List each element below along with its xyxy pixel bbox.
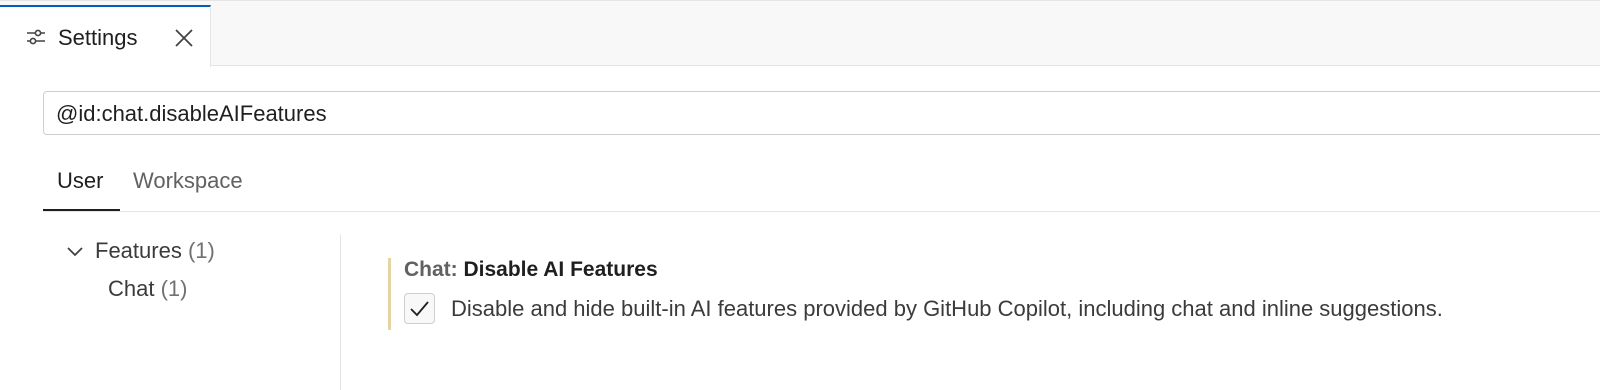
toc-item-chat-label: Chat: [108, 276, 155, 301]
setting-title: Chat: Disable AI Features: [404, 258, 658, 282]
settings-sliders-icon: [26, 28, 46, 46]
settings-scope-tabs: User Workspace: [43, 160, 1600, 212]
tab-label: Settings: [58, 25, 138, 50]
toc-item-chat-count: (1): [160, 276, 188, 301]
search-query-text: @id:chat.disableAIFeatures: [56, 101, 327, 126]
chevron-down-icon[interactable]: [65, 242, 85, 262]
setting-category: Chat:: [404, 258, 464, 281]
settings-toc: Features (1) Chat (1): [43, 234, 341, 390]
tab-settings[interactable]: Settings: [0, 5, 211, 67]
setting-item-disable-ai-features: Chat: Disable AI Features Disable and hi…: [388, 258, 1588, 330]
setting-description: Disable and hide built-in AI features pr…: [451, 296, 1443, 321]
disable-ai-features-checkbox[interactable]: [404, 293, 435, 324]
toc-item-features-label: Features: [95, 238, 182, 263]
modified-indicator: [388, 258, 391, 330]
toc-item-chat[interactable]: Chat (1): [108, 276, 188, 302]
toc-divider: [340, 234, 341, 390]
setting-name: Disable AI Features: [463, 258, 658, 281]
editor-tab-bar: Settings: [0, 0, 1600, 67]
toc-item-features[interactable]: Features (1): [95, 238, 215, 264]
checkmark-icon: [410, 301, 429, 317]
close-icon[interactable]: [173, 27, 195, 49]
active-tab-indicator: [43, 209, 120, 211]
tab-user[interactable]: User: [57, 168, 103, 194]
settings-search-input[interactable]: @id:chat.disableAIFeatures: [43, 91, 1600, 135]
toc-item-features-count: (1): [187, 238, 215, 263]
tab-workspace[interactable]: Workspace: [133, 168, 243, 194]
